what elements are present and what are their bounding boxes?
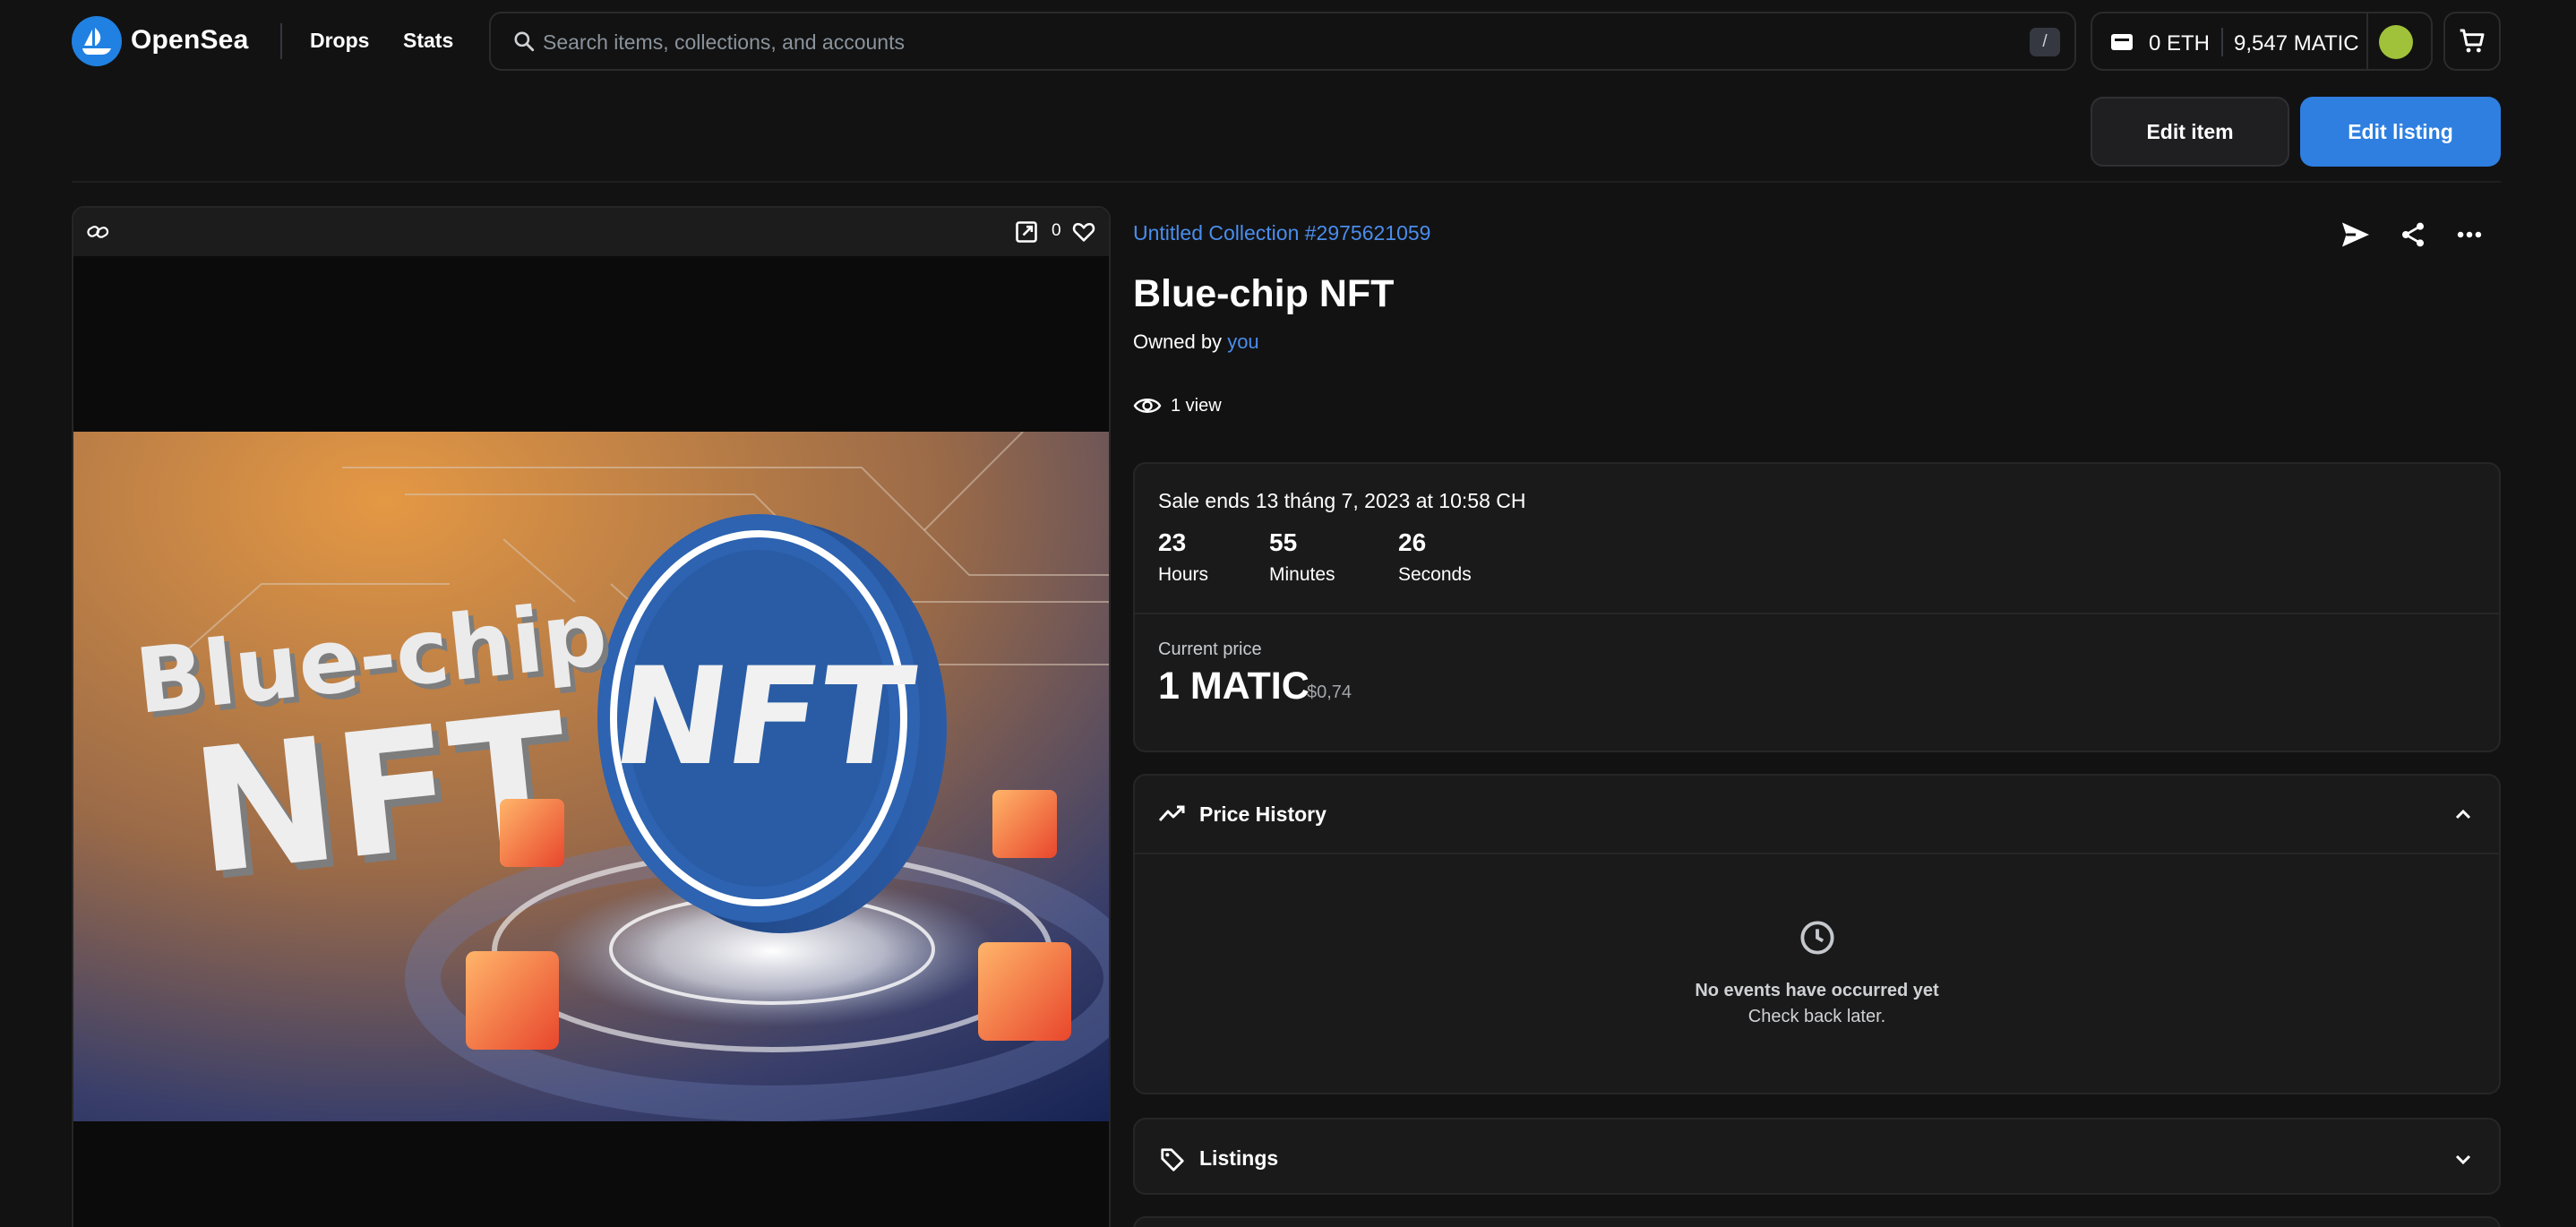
nav-stats[interactable]: Stats [403, 29, 453, 53]
offers-panel[interactable] [1133, 1216, 2501, 1227]
owned-by-label: Owned by [1133, 330, 1223, 353]
view-count-text: 1 view [1171, 395, 1222, 416]
nft-media-panel: 0 NFT Blue-chip Blue-chip NFT NFT [72, 206, 1111, 1227]
media-toolbar: 0 [73, 208, 1109, 256]
share-icon[interactable] [2399, 219, 2427, 251]
edit-item-button[interactable]: Edit item [2091, 97, 2289, 167]
header-divider [280, 23, 282, 59]
countdown-value: 23 [1158, 528, 1187, 556]
edit-listing-button[interactable]: Edit listing [2300, 97, 2501, 167]
price-history-panel: Price History No events have occurred ye… [1133, 774, 2501, 1094]
send-icon[interactable] [2340, 219, 2372, 251]
cart-button[interactable] [2443, 12, 2501, 71]
listings-panel[interactable]: Listings [1133, 1118, 2501, 1195]
wallet-icon [2111, 34, 2133, 50]
countdown-value: 55 [1269, 528, 1298, 556]
countdown-label: Minutes [1269, 564, 1335, 585]
wallet-balance[interactable]: 0 ETH 9,547 MATIC [2091, 12, 2433, 71]
coin-label: NFT [605, 639, 923, 795]
art-text-line2: NFT [185, 676, 578, 913]
brand-name[interactable]: OpenSea [131, 25, 248, 56]
item-title: Blue-chip NFT [1133, 272, 1395, 315]
tag-icon [1161, 1148, 1184, 1171]
current-price-label: Current price [1158, 639, 1262, 659]
external-link-icon[interactable] [1014, 219, 1039, 245]
listings-title: Listings [1199, 1146, 1279, 1170]
search-input[interactable]: Search items, collections, and accounts [543, 30, 905, 55]
more-options-icon[interactable] [2454, 219, 2485, 251]
eye-icon [1133, 399, 1162, 413]
sale-card: Sale ends 13 tháng 7, 2023 at 10:58 CH 2… [1133, 462, 2501, 752]
avatar[interactable] [2379, 25, 2413, 59]
empty-state-title: No events have occurred yet [1695, 981, 1939, 1000]
countdown-label: Hours [1158, 564, 1209, 585]
search-shortcut-badge: / [2030, 28, 2060, 56]
divider [1135, 853, 2499, 854]
countdown-value: 26 [1398, 528, 1427, 556]
wallet-divider [2221, 28, 2223, 56]
matic-balance: 9,547 MATIC [2234, 31, 2359, 56]
countdown-label: Seconds [1398, 564, 1472, 585]
search-bar[interactable]: Search items, collections, and accounts … [489, 12, 2076, 71]
price-history-title: Price History [1199, 802, 1327, 826]
sale-end-time: Sale ends 13 tháng 7, 2023 at 10:58 CH [1158, 489, 1526, 512]
price-usd: $0,74 [1307, 682, 1352, 702]
nav-drops[interactable]: Drops [310, 29, 369, 53]
current-price: 1 MATIC [1158, 665, 1309, 708]
countdown-minutes: 55 Minutes [1269, 528, 1335, 586]
divider [72, 181, 2501, 183]
clock-icon [1799, 921, 1834, 955]
heart-icon[interactable] [1071, 219, 1096, 245]
countdown-hours: 23 Hours [1158, 528, 1208, 586]
nft-artwork-image[interactable]: NFT Blue-chip Blue-chip NFT NFT [73, 432, 1111, 1121]
owner-link[interactable]: you [1227, 330, 1258, 353]
listings-header[interactable]: Listings [1135, 1120, 2499, 1197]
view-count: 1 view [1133, 395, 1222, 416]
price-history-header[interactable]: Price History [1135, 776, 2499, 853]
collection-link[interactable]: Untitled Collection #2975621059 [1133, 221, 1430, 245]
cart-icon [2460, 29, 2485, 53]
opensea-logo[interactable] [72, 16, 122, 66]
chevron-down-icon[interactable] [2452, 1148, 2474, 1170]
trending-up-icon [1158, 805, 1185, 822]
chevron-up-icon[interactable] [2452, 804, 2474, 826]
wallet-divider [2366, 13, 2368, 69]
empty-state-subtitle: Check back later. [1747, 1007, 1886, 1026]
favorites-count: 0 [1052, 221, 1061, 240]
owner-line: Owned by you [1133, 330, 1259, 354]
divider [1135, 613, 2499, 614]
eth-balance: 0 ETH [2149, 31, 2211, 56]
empty-state: No events have occurred yet Check back l… [1135, 919, 2499, 1027]
search-icon [514, 31, 535, 52]
top-nav: OpenSea Drops Stats Search items, collec… [0, 0, 2576, 82]
boat-icon [82, 28, 111, 55]
chain-link-icon[interactable] [86, 220, 111, 244]
countdown-seconds: 26 Seconds [1398, 528, 1472, 586]
